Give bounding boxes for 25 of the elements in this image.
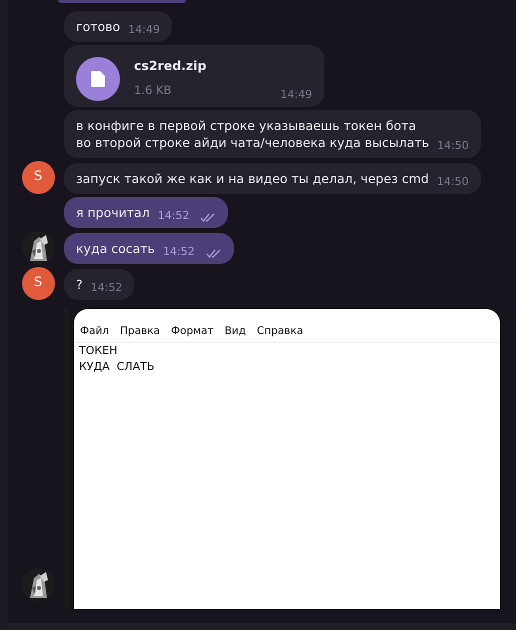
- message-time: 14:52: [158, 208, 190, 224]
- file-icon[interactable]: [76, 56, 120, 101]
- message-text: я прочитал: [76, 204, 150, 222]
- text-line: ТОКЕН: [78, 343, 118, 359]
- message-text: ?: [76, 276, 83, 294]
- message-time: 14:52: [162, 244, 195, 260]
- message-time: 14:50: [437, 138, 469, 154]
- menu-item[interactable]: Вид: [224, 324, 246, 340]
- message-text: куда сосать: [76, 240, 155, 258]
- menu-item[interactable]: Справка: [256, 324, 304, 340]
- message-text: запуск такой же как и на видео ты делал, через cmd: [76, 170, 429, 188]
- text-line: КУДА СЛАТЬ: [78, 358, 156, 374]
- message-time: 14:50: [436, 174, 469, 190]
- avatar[interactable]: S: [22, 160, 54, 194]
- menu-item[interactable]: Правка: [120, 324, 160, 340]
- message-time: 14:49: [128, 22, 160, 38]
- file-size: 1.6 KB: [134, 82, 172, 99]
- message-text: готово: [76, 19, 120, 36]
- menu-item[interactable]: Формат: [170, 324, 214, 340]
- file-name: cs2red.zip: [134, 56, 206, 75]
- message-time: 14:49: [280, 87, 312, 104]
- message-time: 14:52: [90, 280, 122, 296]
- avatar[interactable]: S: [22, 266, 54, 300]
- menu-item[interactable]: Файл: [80, 324, 110, 340]
- message-text: в конфиге в первой строке указываешь токен бота во второй строке айди чата/человека куда высылать: [76, 118, 430, 152]
